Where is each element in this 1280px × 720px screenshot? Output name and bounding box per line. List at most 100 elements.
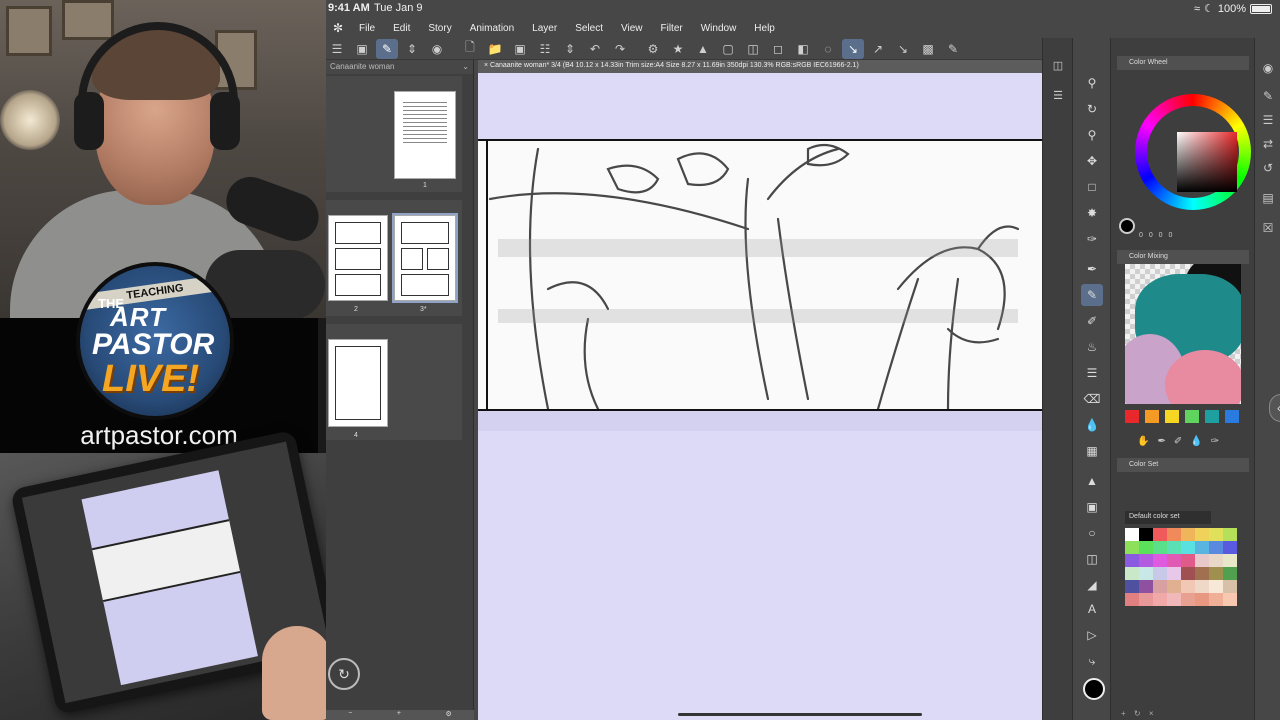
move-icon[interactable]: ✥	[1081, 150, 1103, 172]
export-icon[interactable]: ☷	[534, 39, 556, 59]
fill-bucket-icon[interactable]: ▲	[1081, 470, 1103, 492]
page-thumbnail-4[interactable]	[328, 339, 388, 427]
clear-icon[interactable]: ★	[667, 39, 689, 59]
tool-property-icon[interactable]: ✎	[1258, 86, 1278, 106]
fit-view-icon[interactable]: ▣	[351, 39, 373, 59]
color-set-swatch[interactable]	[1181, 528, 1195, 541]
page-thumbnail-2[interactable]	[328, 215, 388, 301]
color-set-swatch[interactable]	[1223, 528, 1237, 541]
color-set-swatch[interactable]	[1195, 541, 1209, 554]
color-set-swatch[interactable]	[1195, 554, 1209, 567]
color-set-swatch[interactable]	[1125, 593, 1139, 606]
color-set-swatch[interactable]	[1195, 593, 1209, 606]
eyedropper-icon[interactable]: ✑	[1081, 228, 1103, 250]
color-set-swatch[interactable]	[1153, 593, 1167, 606]
color-set-swatch[interactable]	[1125, 554, 1139, 567]
save-icon[interactable]: ▣	[509, 39, 531, 59]
color-set-swatch[interactable]	[1181, 554, 1195, 567]
color-set-swatch[interactable]	[1181, 593, 1195, 606]
page-thumbnail-3[interactable]	[392, 213, 458, 303]
brush-settings-icon[interactable]: ✎	[942, 39, 964, 59]
sliders-icon[interactable]: ☰	[1258, 110, 1278, 130]
color-wheel[interactable]	[1135, 94, 1251, 210]
color-set-swatch[interactable]	[1167, 541, 1181, 554]
eraser-icon[interactable]: ⌫	[1081, 388, 1103, 410]
open-folder-icon[interactable]: 📁	[484, 39, 506, 59]
mix-blend-icon[interactable]: 💧	[1190, 436, 1202, 447]
color-set-swatch[interactable]	[1139, 593, 1153, 606]
chevron-down-icon[interactable]: ⌄	[462, 62, 469, 72]
history-icon[interactable]: ↺	[1258, 158, 1278, 178]
settings-gear-icon[interactable]: ⚙	[642, 39, 664, 59]
color-set-swatch[interactable]	[1223, 593, 1237, 606]
color-set-swatch[interactable]	[1223, 567, 1237, 580]
operation-icon[interactable]: ⚲	[1081, 124, 1103, 146]
color-set-swatch[interactable]	[1153, 567, 1167, 580]
decoration-icon[interactable]: ☰	[1081, 362, 1103, 384]
color-set-swatch[interactable]	[1167, 580, 1181, 593]
close-panel-icon[interactable]: ☒	[1258, 218, 1278, 238]
text-icon[interactable]: A	[1081, 598, 1103, 620]
crop-icon[interactable]: ▢	[717, 39, 739, 59]
main-color-swatch[interactable]	[1083, 678, 1105, 700]
layers-icon[interactable]: ◫	[1049, 56, 1067, 74]
menu-view[interactable]: View	[612, 23, 652, 34]
color-set-swatch[interactable]	[1139, 541, 1153, 554]
correct-line-icon[interactable]: ⤷	[1081, 650, 1103, 672]
mix-swatch[interactable]	[1145, 410, 1159, 423]
color-set-swatch[interactable]	[1195, 528, 1209, 541]
color-set-swatch[interactable]	[1195, 580, 1209, 593]
up-down-icon[interactable]: ⇕	[401, 39, 423, 59]
canvas-tab[interactable]: × Canaanite woman* 3/4 (B4 10.12 x 14.33…	[478, 60, 1042, 73]
drawing-canvas[interactable]	[478, 73, 1042, 720]
menu-layer[interactable]: Layer	[523, 23, 566, 34]
color-set-swatch[interactable]	[1209, 554, 1223, 567]
mix-swatch[interactable]	[1185, 410, 1199, 423]
selection-tool-icon[interactable]: ◻	[767, 39, 789, 59]
color-set-swatch[interactable]	[1125, 567, 1139, 580]
hand-icon[interactable]: ✋	[1137, 436, 1149, 447]
undo-icon[interactable]: ↶	[584, 39, 606, 59]
menu-animation[interactable]: Animation	[461, 23, 523, 34]
delete-color-icon[interactable]: ×	[1149, 709, 1154, 718]
eye-icon[interactable]: ◉	[426, 39, 448, 59]
color-set-swatch[interactable]	[1139, 528, 1153, 541]
mix-pen-icon[interactable]: ✒	[1157, 436, 1165, 447]
zoom-out-icon[interactable]: −	[348, 710, 352, 720]
menu-story[interactable]: Story	[419, 23, 460, 34]
page-thumbnail-1[interactable]	[394, 91, 456, 179]
color-set-swatch[interactable]	[1181, 567, 1195, 580]
balloon-icon[interactable]: ▷	[1081, 624, 1103, 646]
app-menu-icon[interactable]: ✼	[326, 21, 350, 35]
color-set-swatch[interactable]	[1167, 567, 1181, 580]
fill-icon[interactable]: ▲	[692, 39, 714, 59]
pen-icon[interactable]: ✒	[1081, 258, 1103, 280]
new-file-icon[interactable]: 🗋	[459, 39, 481, 59]
page-rotate-icon[interactable]: ↻	[328, 658, 360, 690]
color-set-swatch[interactable]	[1153, 554, 1167, 567]
replace-color-icon[interactable]: ↻	[1134, 709, 1141, 718]
color-set-swatch[interactable]	[1167, 554, 1181, 567]
material-icon[interactable]: ▤	[1258, 188, 1278, 208]
mix-swatch[interactable]	[1225, 410, 1239, 423]
color-set-swatch[interactable]	[1181, 541, 1195, 554]
transform-icon[interactable]: ◫	[742, 39, 764, 59]
color-set-swatch[interactable]	[1153, 528, 1167, 541]
color-set-swatch[interactable]	[1153, 541, 1167, 554]
color-set-swatch[interactable]	[1209, 580, 1223, 593]
airbrush-icon[interactable]: ♨	[1081, 336, 1103, 358]
color-set-swatch[interactable]	[1223, 580, 1237, 593]
mix-swatch[interactable]	[1205, 410, 1219, 423]
ruler-icon[interactable]: ◢	[1081, 574, 1103, 596]
device-icon[interactable]: ▩	[917, 39, 939, 59]
color-set-swatch[interactable]	[1209, 528, 1223, 541]
brush-icon[interactable]: ✐	[1081, 310, 1103, 332]
saturation-value-square[interactable]	[1177, 132, 1237, 192]
redo-icon[interactable]: ↷	[609, 39, 631, 59]
panel-collapse-icon[interactable]: ‹	[1269, 394, 1280, 422]
sort-icon[interactable]: ⇕	[559, 39, 581, 59]
color-set-swatch[interactable]	[1139, 567, 1153, 580]
gradient-icon[interactable]: ▣	[1081, 496, 1103, 518]
snap-ruler-icon[interactable]: ↘	[842, 38, 864, 59]
page-settings-icon[interactable]: ⚙	[445, 710, 451, 720]
